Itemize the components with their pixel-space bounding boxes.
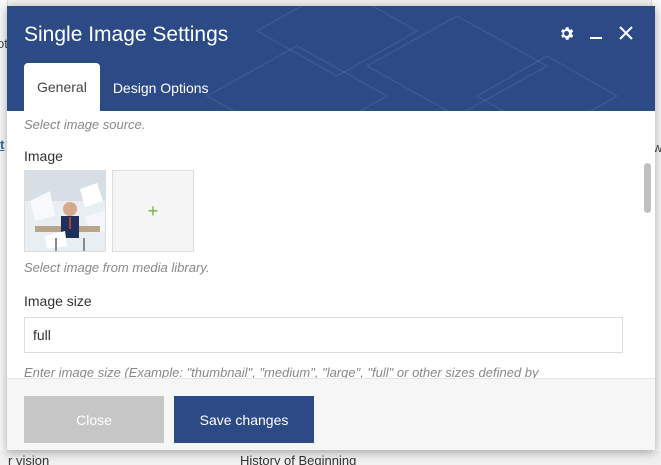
- image-picker: +: [24, 170, 625, 252]
- save-changes-button[interactable]: Save changes: [174, 396, 314, 443]
- dialog-header: Single Image Settings General Design Opt…: [7, 6, 655, 111]
- background-bottom-left-text: r vision: [8, 453, 50, 465]
- add-image-button[interactable]: +: [112, 170, 194, 252]
- body-scrollbar[interactable]: [641, 113, 653, 376]
- minimize-icon[interactable]: [587, 23, 605, 43]
- dialog-title: Single Image Settings: [24, 23, 229, 46]
- tab-general[interactable]: General: [24, 63, 100, 111]
- single-image-settings-dialog: Single Image Settings General Design Opt…: [7, 6, 655, 450]
- image-source-help: Select image source.: [24, 117, 146, 132]
- dialog-tabs: General Design Options: [24, 63, 222, 111]
- thumbnail-image: [25, 171, 105, 251]
- header-controls: [557, 23, 635, 43]
- background-link-fragment[interactable]: t: [0, 137, 4, 152]
- background-bottom-row: r vision History of Beginning: [0, 451, 661, 465]
- close-icon[interactable]: [617, 23, 635, 43]
- selected-image-thumbnail[interactable]: [24, 170, 106, 252]
- background-bottom-right-text: History of Beginning: [240, 453, 357, 465]
- image-size-label: Image size: [24, 293, 92, 309]
- scrollbar-thumb[interactable]: [644, 163, 651, 213]
- dialog-body: Select image source. Image + Select imag…: [7, 111, 655, 378]
- image-size-input[interactable]: [24, 317, 623, 353]
- tab-design-options[interactable]: Design Options: [100, 64, 222, 111]
- image-field-label: Image: [24, 148, 63, 164]
- gear-icon[interactable]: [557, 23, 575, 43]
- dialog-footer: Close Save changes: [7, 378, 655, 450]
- image-library-help: Select image from media library.: [24, 260, 210, 275]
- close-button[interactable]: Close: [24, 396, 164, 443]
- image-size-help: Enter image size (Example: "thumbnail", …: [24, 365, 539, 378]
